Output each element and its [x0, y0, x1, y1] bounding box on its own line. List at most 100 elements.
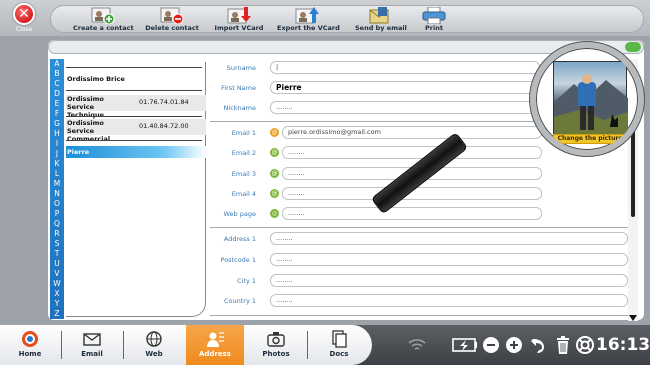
export-vcard-label: Export the VCard [277, 24, 340, 32]
nickname-field[interactable]: ........ [270, 101, 540, 114]
city1-row: City 1 ........ [210, 274, 630, 288]
alpha-letter[interactable]: R [50, 229, 64, 239]
alpha-letter[interactable]: E [50, 99, 64, 109]
taskbar: Home Email Web Address Photos Docs 16:13 [0, 325, 650, 365]
list-item[interactable]: Ordissimo Service Technique 01.76.74.01.… [66, 95, 206, 119]
alpha-letter[interactable]: Z [50, 309, 64, 319]
home-icon [22, 331, 38, 347]
divider [66, 67, 202, 68]
scroll-down-icon[interactable] [629, 315, 637, 321]
email2-field[interactable]: ........ [282, 146, 542, 159]
send-by-email-button[interactable]: Send by email [355, 7, 407, 33]
alpha-letter[interactable]: L [50, 169, 64, 179]
country1-field[interactable]: ........ [270, 294, 628, 307]
trash-icon[interactable] [556, 335, 570, 355]
list-item[interactable]: Ordissimo Brice [66, 75, 206, 85]
postcode1-field[interactable]: ........ [270, 253, 628, 266]
postcode1-row: Postcode 1 ........ [210, 253, 630, 267]
list-item-selected[interactable]: Pierre [66, 146, 206, 158]
nav-docs[interactable]: Docs [311, 327, 367, 363]
alpha-letter[interactable]: Y [50, 299, 64, 309]
alpha-letter[interactable]: M [50, 179, 64, 189]
nav-docs-label: Docs [329, 350, 349, 358]
print-button[interactable]: Print [421, 7, 447, 33]
alpha-letter[interactable]: I [50, 139, 64, 149]
alpha-letter[interactable]: O [50, 199, 64, 209]
contact-photo[interactable] [553, 61, 628, 136]
search-go-icon[interactable] [625, 42, 641, 52]
list-item[interactable]: Ordissimo Service Commercial 01.40.84.72… [66, 119, 206, 143]
contact-phone: 01.40.84.72.00 [139, 122, 189, 130]
send-by-email-label: Send by email [355, 24, 407, 32]
surname-field[interactable]: | [270, 61, 540, 74]
email-icon [83, 333, 101, 346]
docs-icon [332, 330, 347, 348]
wifi-icon[interactable] [408, 337, 426, 353]
nav-home[interactable]: Home [2, 327, 58, 363]
webpage-label: Web page [223, 210, 256, 218]
toolbar-strip: Create a contact Delete contact Import V… [50, 5, 644, 33]
alpha-letter[interactable]: K [50, 159, 64, 169]
import-vcard-button[interactable]: Import VCard [211, 7, 267, 33]
battery-charging-icon[interactable] [452, 337, 478, 353]
alpha-letter[interactable]: F [50, 109, 64, 119]
email1-field[interactable]: pierre.ordissimo@gmail.com [282, 126, 542, 139]
delete-contact-button[interactable]: Delete contact [145, 7, 199, 33]
address1-field[interactable]: ........ [270, 232, 628, 245]
divider [307, 331, 308, 359]
city1-field[interactable]: ........ [270, 274, 628, 287]
alpha-letter[interactable]: N [50, 189, 64, 199]
import-vcard-icon [227, 7, 251, 24]
nav-email-label: Email [81, 350, 103, 358]
contact-list: Ordissimo Brice Ordissimo Service Techni… [66, 59, 206, 319]
alpha-letter[interactable]: D [50, 89, 64, 99]
webpage-field[interactable]: ........ [282, 207, 542, 220]
help-lifebuoy-icon[interactable] [576, 336, 594, 354]
clock: 16:13 [596, 335, 650, 355]
postcode1-label: Postcode 1 [220, 256, 256, 264]
printer-icon [422, 7, 446, 24]
web-icon [146, 331, 162, 347]
webpage-row: Web page ◎ ........ [210, 207, 630, 221]
volume-up-icon[interactable] [505, 336, 523, 354]
country1-label: Country 1 [223, 297, 256, 305]
first-name-field[interactable]: Pierre [270, 81, 540, 94]
alpha-letter[interactable]: J [50, 149, 64, 159]
email2-label: Email 2 [231, 149, 256, 157]
alpha-letter[interactable]: G [50, 119, 64, 129]
volume-down-icon[interactable] [482, 336, 500, 354]
divider [210, 315, 630, 316]
nav-address[interactable]: Address [186, 325, 244, 365]
undo-icon[interactable] [530, 336, 546, 354]
email1-label: Email 1 [231, 129, 256, 137]
nav-photos[interactable]: Photos [248, 327, 304, 363]
delete-contact-icon [160, 7, 184, 24]
divider [66, 116, 202, 117]
change-picture-button[interactable]: Change the picture [553, 134, 627, 144]
nav-web[interactable]: Web [126, 327, 182, 363]
divider [210, 227, 630, 228]
alpha-letter[interactable]: Q [50, 219, 64, 229]
alpha-letter[interactable]: V [50, 269, 64, 279]
alpha-letter[interactable]: U [50, 259, 64, 269]
alpha-letter[interactable]: X [50, 289, 64, 299]
alpha-letter[interactable]: A [50, 59, 64, 69]
alpha-letter[interactable]: C [50, 79, 64, 89]
nickname-label: Nickname [223, 104, 256, 112]
alpha-letter[interactable]: P [50, 209, 64, 219]
alpha-letter[interactable]: S [50, 239, 64, 249]
alpha-letter[interactable]: T [50, 249, 64, 259]
close-label: Close [15, 26, 33, 33]
alpha-letter[interactable]: W [50, 279, 64, 289]
close-button[interactable]: ✕ Close [6, 3, 42, 33]
alpha-letter[interactable]: B [50, 69, 64, 79]
alpha-letter[interactable]: H [50, 129, 64, 139]
address1-label: Address 1 [223, 235, 256, 243]
create-contact-icon [91, 7, 115, 24]
contact-phone: 01.76.74.01.84 [139, 98, 189, 106]
nav-photos-label: Photos [262, 350, 290, 358]
create-contact-button[interactable]: Create a contact [73, 7, 134, 33]
export-vcard-button[interactable]: Export the VCard [277, 7, 340, 33]
nav-email[interactable]: Email [64, 327, 120, 363]
alphabet-index: A B C D E F G H I J K L M N O P Q R S T … [50, 59, 64, 319]
